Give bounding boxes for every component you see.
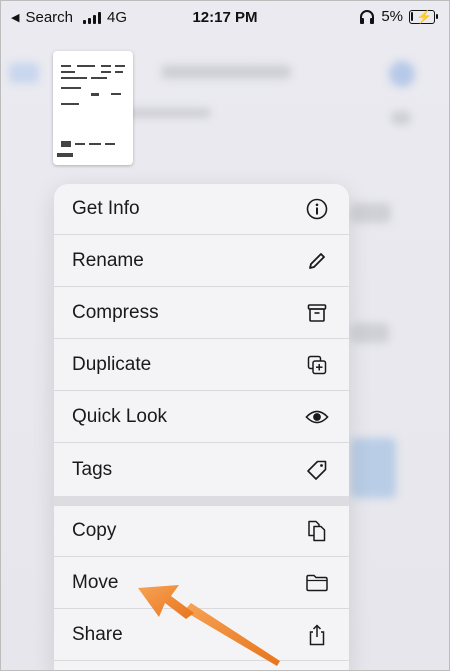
screen: ◀ Search 4G 12:17 PM 5% ⚡ Get Info Renam… [0,0,450,671]
arrow-head [138,585,194,619]
arrow-shaft [184,603,280,666]
annotation-arrow [138,585,280,666]
